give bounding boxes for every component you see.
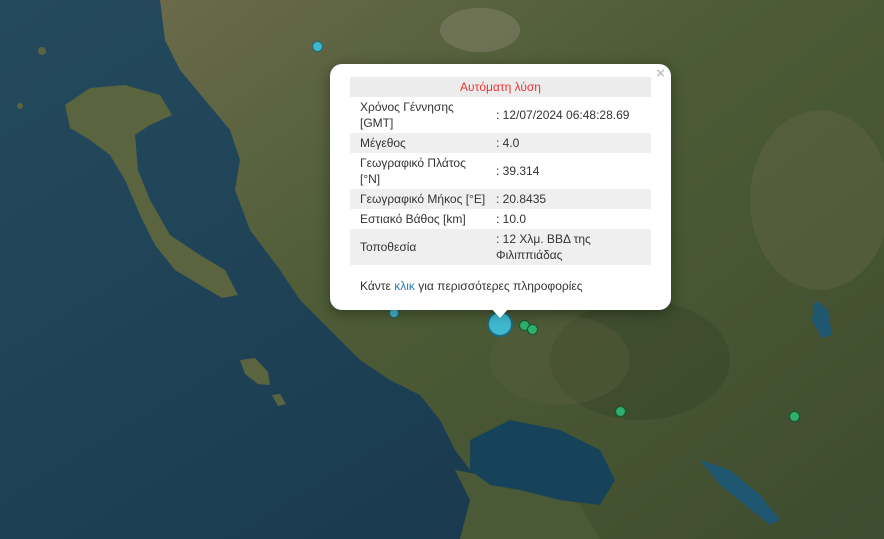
info-row-location: Τοποθεσία : 12 Χλμ. ΒΒΔ της Φιλιππιάδας [350, 229, 651, 265]
info-value: : 12/07/2024 06:48:28.69 [496, 97, 651, 133]
earthquake-marker[interactable] [527, 324, 538, 335]
earthquake-info-popup: × Αυτόματη λύση Χρόνος Γέννησης [GMT] : … [330, 64, 671, 318]
info-label: Γεωγραφικό Μήκος [°E] [350, 189, 496, 209]
info-row-origin-time: Χρόνος Γέννησης [GMT] : 12/07/2024 06:48… [350, 97, 651, 133]
info-label: Τοποθεσία [350, 229, 496, 265]
earthquake-marker[interactable] [615, 406, 626, 417]
popup-tip [489, 306, 511, 318]
info-value: : 4.0 [496, 133, 651, 153]
map-view[interactable]: × Αυτόματη λύση Χρόνος Γέννησης [GMT] : … [0, 0, 884, 539]
more-info-prefix: Κάντε [360, 279, 395, 293]
popup-title: Αυτόματη λύση [350, 77, 651, 97]
info-value: : 12 Χλμ. ΒΒΔ της Φιλιππιάδας [496, 229, 651, 265]
earthquake-marker[interactable] [312, 41, 323, 52]
info-label: Γεωγραφικό Πλάτος [°N] [350, 153, 496, 189]
earthquake-marker[interactable] [789, 411, 800, 422]
info-label: Χρόνος Γέννησης [GMT] [350, 97, 496, 133]
info-value: : 39.314 [496, 153, 651, 189]
close-icon[interactable]: × [656, 66, 665, 82]
more-info-link[interactable]: κλικ [394, 279, 415, 293]
more-info-suffix: για περισσότερες πληροφορίες [414, 279, 583, 293]
info-row-depth: Εστιακό Βάθος [km] : 10.0 [350, 209, 651, 229]
info-row-magnitude: Μέγεθος : 4.0 [350, 133, 651, 153]
info-label: Εστιακό Βάθος [km] [350, 209, 496, 229]
info-row-longitude: Γεωγραφικό Μήκος [°E] : 20.8435 [350, 189, 651, 209]
info-value: : 20.8435 [496, 189, 651, 209]
more-info-text: Κάντε κλικ για περισσότερες πληροφορίες [360, 279, 583, 293]
earthquake-info-table: Αυτόματη λύση Χρόνος Γέννησης [GMT] : 12… [350, 77, 651, 265]
info-label: Μέγεθος [350, 133, 496, 153]
info-row-latitude: Γεωγραφικό Πλάτος [°N] : 39.314 [350, 153, 651, 189]
info-value: : 10.0 [496, 209, 651, 229]
